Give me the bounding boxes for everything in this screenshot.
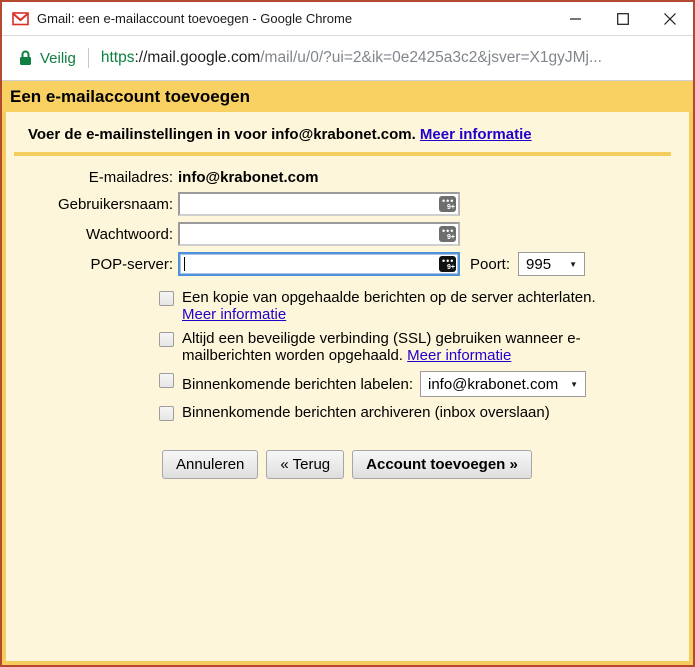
back-button[interactable]: « Terug [266,450,344,479]
text-caret [184,257,185,271]
email-label: E-mailadres: [6,169,178,186]
password-manager-icon[interactable]: •••9+ [439,226,456,242]
url-bar: Veilig https://mail.google.com/mail/u/0/… [2,36,693,81]
chevron-down-icon: ▼ [559,260,577,269]
ssl-checkbox[interactable] [159,332,174,347]
port-select-value: 995 [526,256,551,273]
cancel-button[interactable]: Annuleren [162,450,258,479]
maximize-button[interactable] [599,2,646,35]
content-frame: Voer de e-mailinstellingen in voor info@… [2,112,693,665]
pop-server-row: POP-server: •••9+ Poort: 995 ▼ [6,252,689,276]
account-form: E-mailadres: info@krabonet.com Gebruiker… [6,169,689,276]
leave-copy-text: Een kopie van opgehaalde berichten op de… [182,289,596,323]
add-account-button[interactable]: Account toevoegen » [352,450,532,479]
label-messages-checkbox[interactable] [159,373,174,388]
page-header: Een e-mailaccount toevoegen [2,81,693,112]
url-separator [88,48,89,68]
window-title: Gmail: een e-mailaccount toevoegen - Goo… [37,11,552,26]
secure-lock-icon[interactable] [19,50,32,66]
archive-text: Binnenkomende berichten archiveren (inbo… [182,404,550,421]
intro-more-info-link[interactable]: Meer informatie [420,126,532,143]
username-label: Gebruikersnaam: [6,196,178,213]
address-field[interactable]: https://mail.google.com/mail/u/0/?ui=2&i… [101,49,602,67]
pop-server-label: POP-server: [6,256,178,273]
label-messages-text: Binnenkomende berichten labelen: info@kr… [182,371,586,397]
leave-copy-label: Een kopie van opgehaalde berichten op de… [182,289,596,306]
intro-line: Voer de e-mailinstellingen in voor info@… [6,112,689,143]
label-select-value: info@krabonet.com [428,376,558,393]
password-label: Wachtwoord: [6,226,178,243]
gold-divider [14,152,671,156]
username-input[interactable]: •••9+ [178,192,460,216]
password-row: Wachtwoord: •••9+ [6,222,689,246]
option-row-archive: Binnenkomende berichten archiveren (inbo… [159,404,689,421]
label-select[interactable]: info@krabonet.com ▼ [420,371,586,397]
url-path: /mail/u/0/?ui=2&ik=0e2425a3c2&jsver=X1gy… [260,49,602,66]
page-title: Een e-mailaccount toevoegen [10,87,250,107]
port-select[interactable]: 995 ▼ [518,252,585,276]
browser-popup-window: Gmail: een e-mailaccount toevoegen - Goo… [0,0,695,667]
username-row: Gebruikersnaam: •••9+ [6,192,689,216]
url-scheme: https [101,49,135,66]
options-section: Een kopie van opgehaalde berichten op de… [6,289,689,421]
pop-server-input[interactable]: •••9+ [178,252,460,276]
ssl-label: Altijd een beveiligde verbinding (SSL) g… [182,330,581,364]
secure-label[interactable]: Veilig [40,50,76,67]
window-controls [552,2,693,35]
chevron-down-icon: ▼ [560,376,578,393]
password-manager-icon[interactable]: •••9+ [439,256,456,272]
email-row: E-mailadres: info@krabonet.com [6,169,689,186]
label-messages-label: Binnenkomende berichten labelen: [182,376,413,393]
gmail-icon [12,10,29,27]
minimize-button[interactable] [552,2,599,35]
close-button[interactable] [646,2,693,35]
email-value: info@krabonet.com [178,169,318,186]
leave-copy-more-info-link[interactable]: Meer informatie [182,306,286,323]
url-host: ://mail.google.com [134,49,260,66]
button-row: Annuleren « Terug Account toevoegen » [162,450,689,479]
ssl-more-info-link[interactable]: Meer informatie [407,347,511,364]
option-row-ssl: Altijd een beveiligde verbinding (SSL) g… [159,330,689,364]
archive-checkbox[interactable] [159,406,174,421]
option-row-leave-copy: Een kopie van opgehaalde berichten op de… [159,289,689,323]
password-input[interactable]: •••9+ [178,222,460,246]
title-bar: Gmail: een e-mailaccount toevoegen - Goo… [2,2,693,36]
leave-copy-checkbox[interactable] [159,291,174,306]
archive-label: Binnenkomende berichten archiveren (inbo… [182,404,550,421]
ssl-text: Altijd een beveiligde verbinding (SSL) g… [182,330,669,364]
port-label: Poort: [470,256,510,273]
intro-text: Voer de e-mailinstellingen in voor info@… [28,126,416,143]
option-row-label-messages: Binnenkomende berichten labelen: info@kr… [159,371,689,397]
password-manager-icon[interactable]: •••9+ [439,196,456,212]
